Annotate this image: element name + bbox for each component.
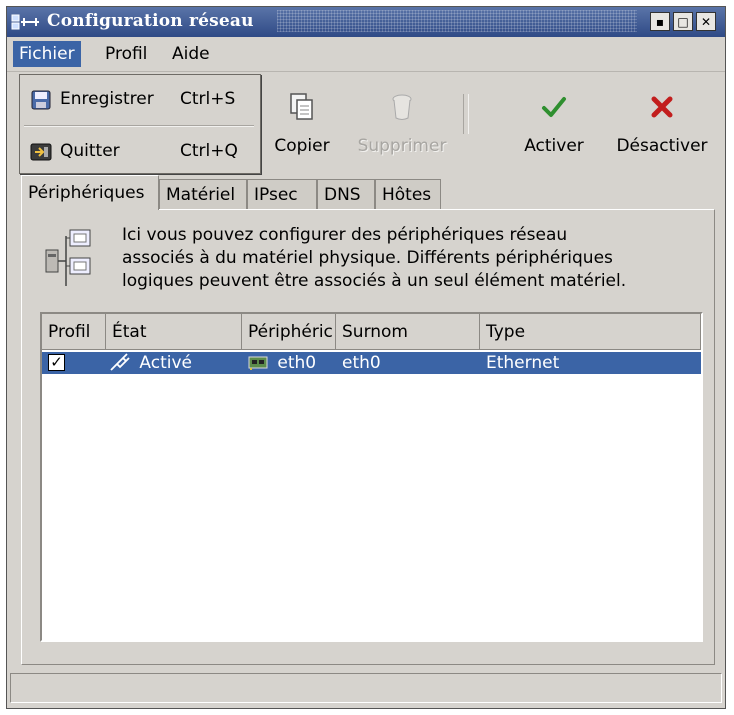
checkmark-icon — [542, 97, 566, 117]
table-row[interactable]: ✓ Activé eth0 eth0 Ethernet — [42, 352, 701, 374]
status-bar — [10, 673, 722, 703]
menu-aide[interactable]: Aide — [166, 41, 216, 67]
window-title: Configuration réseau — [47, 11, 254, 31]
copy-button[interactable]: Copier — [247, 80, 357, 160]
column-header-type[interactable]: Type — [480, 314, 701, 350]
tab-ipsec[interactable]: IPsec — [247, 179, 317, 209]
panel-description: Ici vous pouvez configurer des périphéri… — [122, 224, 702, 293]
device-cell: eth0 — [248, 352, 316, 374]
plug-connected-icon — [110, 353, 130, 371]
toolbar-separator — [463, 94, 469, 134]
status-cell-text: Activé — [139, 353, 192, 373]
menu-separator — [24, 125, 254, 127]
network-devices-icon — [45, 229, 91, 286]
tab-materiel[interactable]: Matériel — [159, 179, 247, 209]
tab-hotes[interactable]: Hôtes — [375, 179, 441, 209]
description-line-3: logiques peuvent être associés à un seul… — [122, 271, 627, 291]
deactivate-button-label: Désactiver — [616, 136, 708, 156]
menu-fichier-label: Fichier — [19, 44, 75, 64]
menu-item-enregistrer-label: Enregistrer — [60, 89, 154, 109]
type-cell: Ethernet — [486, 353, 560, 373]
device-list[interactable]: Profil État Périphéric Surnom Type ✓ Act… — [40, 312, 703, 642]
menu-aide-label: Aide — [172, 44, 210, 64]
red-x-icon — [651, 96, 673, 118]
devices-panel: Ici vous pouvez configurer des périphéri… — [21, 209, 715, 665]
tab-ipsec-label: IPsec — [254, 185, 298, 205]
device-list-header: Profil État Périphéric Surnom Type — [42, 314, 701, 350]
copy-button-label: Copier — [274, 136, 330, 156]
network-card-icon — [248, 356, 268, 370]
menu-profil[interactable]: Profil — [99, 41, 153, 67]
tab-peripheriques-label: Périphériques — [28, 183, 145, 203]
activate-button-label: Activer — [524, 136, 584, 156]
minimize-button[interactable]: ▪ — [650, 12, 670, 31]
network-app-icon — [11, 14, 39, 30]
delete-button[interactable]: Supprimer — [347, 80, 457, 160]
tab-dns[interactable]: DNS — [317, 179, 375, 209]
close-window-button[interactable]: ✕ — [696, 12, 716, 31]
menu-item-quitter-label: Quitter — [60, 141, 120, 161]
column-header-profil[interactable]: Profil — [42, 314, 106, 350]
menu-item-enregistrer-shortcut: Ctrl+S — [180, 89, 236, 109]
tab-hotes-label: Hôtes — [382, 185, 432, 205]
menu-item-enregistrer[interactable]: Enregistrer Ctrl+S — [20, 81, 260, 121]
menu-bar: Fichier Profil Aide — [7, 37, 725, 72]
profile-checkbox[interactable]: ✓ — [48, 354, 65, 371]
description-line-2: associés à du matériel physique. Différe… — [122, 248, 613, 268]
tab-peripheriques[interactable]: Périphériques — [21, 175, 159, 210]
title-bar-pattern — [277, 10, 637, 32]
save-icon — [31, 90, 51, 110]
nickname-cell: eth0 — [342, 353, 381, 373]
app-window: Configuration réseau ▪ □ ✕ Fichier Profi… — [6, 6, 726, 709]
title-bar[interactable]: Configuration réseau ▪ □ ✕ — [7, 7, 725, 37]
quit-icon — [30, 143, 52, 161]
device-cell-text: eth0 — [277, 353, 317, 373]
status-cell: Activé — [108, 352, 192, 374]
maximize-button[interactable]: □ — [673, 12, 693, 31]
trash-icon — [392, 94, 412, 120]
column-header-etat[interactable]: État — [106, 314, 242, 350]
activate-button[interactable]: Activer — [499, 80, 609, 160]
copy-icon — [290, 93, 313, 120]
column-header-surnom[interactable]: Surnom — [336, 314, 480, 350]
tab-dns-label: DNS — [324, 185, 361, 205]
menu-fichier[interactable]: Fichier — [13, 41, 81, 67]
menu-item-quitter[interactable]: Quitter Ctrl+Q — [20, 133, 260, 173]
file-menu-dropdown: Enregistrer Ctrl+S Quitter Ctrl+Q — [19, 74, 261, 174]
description-line-1: Ici vous pouvez configurer des périphéri… — [122, 225, 568, 245]
menu-profil-label: Profil — [105, 44, 148, 64]
tab-materiel-label: Matériel — [166, 185, 236, 205]
delete-button-label: Supprimer — [357, 136, 447, 156]
deactivate-button[interactable]: Désactiver — [607, 80, 717, 160]
column-header-peripherique[interactable]: Périphéric — [242, 314, 336, 350]
menu-item-quitter-shortcut: Ctrl+Q — [180, 141, 238, 161]
